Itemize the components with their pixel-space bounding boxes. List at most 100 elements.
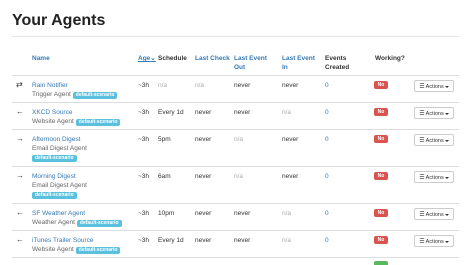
page-title: Your Agents bbox=[12, 12, 106, 29]
agent-last-check: never bbox=[195, 136, 212, 143]
scenario-badge-wrap: default-scenario bbox=[32, 190, 77, 199]
agent-last-event-out: n/a bbox=[234, 173, 244, 180]
agent-age: ~3h bbox=[138, 173, 150, 180]
scenario-badge[interactable]: default-scenario bbox=[72, 92, 118, 99]
actions-label: Actions bbox=[425, 111, 444, 117]
agent-type: Weather Agent default-scenario bbox=[32, 218, 122, 227]
agent-name-link[interactable]: Morning Digest bbox=[32, 172, 76, 181]
sort-down-icon: ⌄ bbox=[150, 55, 156, 62]
table-row: → Morning Digest Email Digest Agent defa… bbox=[12, 167, 459, 204]
agent-last-event-in: n/a bbox=[282, 109, 292, 116]
working-status-badge: No bbox=[374, 209, 388, 217]
table-header: Name Age⌄ Schedule Last Check Last Event… bbox=[12, 50, 459, 76]
caret-down-icon bbox=[444, 139, 449, 142]
scenario-badge[interactable]: default-scenario bbox=[75, 247, 121, 254]
agent-last-event-in: never bbox=[282, 82, 299, 89]
agents-page: Your Agents Name Age⌄ Schedule Last Chec… bbox=[12, 0, 459, 265]
agent-age: ~3h bbox=[138, 136, 150, 143]
agent-schedule: 6am bbox=[158, 173, 171, 180]
header-last-event-out[interactable]: Last Event Out bbox=[234, 54, 276, 72]
header-last-check[interactable]: Last Check bbox=[195, 54, 231, 63]
left-arrow-icon: ← bbox=[16, 208, 24, 217]
agent-age: ~3h bbox=[138, 109, 150, 116]
agent-last-check: never bbox=[195, 210, 212, 217]
scenario-badge[interactable]: default-scenario bbox=[75, 119, 121, 126]
agent-type: Website Agent default-scenario bbox=[32, 117, 121, 126]
agent-last-check: never bbox=[195, 109, 212, 116]
list-icon: ☰ bbox=[419, 111, 425, 117]
left-arrow-icon: ← bbox=[16, 107, 24, 116]
working-status-badge: No bbox=[374, 236, 388, 244]
list-icon: ☰ bbox=[419, 175, 425, 181]
agent-name-link[interactable]: Rain Notifier bbox=[32, 81, 68, 90]
agent-schedule: 10pm bbox=[158, 210, 175, 217]
list-icon: ☰ bbox=[419, 138, 425, 144]
table-row: ← XKCD Source Website Agent default-scena… bbox=[12, 103, 459, 130]
actions-dropdown-button[interactable]: ☰Actions bbox=[414, 134, 454, 146]
agent-name-link[interactable]: iTunes Trailer Source bbox=[32, 236, 94, 245]
agent-type: Email Digest Agent bbox=[32, 145, 87, 152]
caret-down-icon bbox=[444, 112, 449, 115]
agent-last-event-in: never bbox=[282, 173, 299, 180]
header-age-label: Age bbox=[138, 55, 151, 62]
actions-dropdown-button[interactable]: ☰Actions bbox=[414, 80, 454, 92]
actions-label: Actions bbox=[425, 175, 444, 181]
agent-last-check: never bbox=[195, 237, 212, 244]
table-row: → Afternoon Digest Email Digest Agent de… bbox=[12, 130, 459, 167]
agent-last-event-in: never bbox=[282, 136, 299, 143]
list-icon: ☰ bbox=[419, 84, 425, 90]
right-arrow-icon: → bbox=[16, 134, 24, 143]
agent-events-count[interactable]: 0 bbox=[325, 81, 329, 90]
scenario-badge[interactable]: default-scenario bbox=[32, 155, 77, 162]
list-icon: ☰ bbox=[419, 212, 425, 218]
working-status-badge: No bbox=[374, 172, 388, 180]
header-name[interactable]: Name bbox=[32, 54, 50, 63]
caret-down-icon bbox=[444, 85, 449, 88]
working-status-badge: No bbox=[374, 108, 388, 116]
agent-schedule: n/a bbox=[158, 82, 168, 89]
header-last-event-in[interactable]: Last Event In bbox=[282, 54, 322, 72]
list-icon: ☰ bbox=[419, 239, 425, 245]
header-events-created: Events Created bbox=[325, 55, 350, 71]
agent-name-link[interactable]: Afternoon Digest bbox=[32, 135, 80, 144]
actions-dropdown-button[interactable]: ☰Actions bbox=[414, 235, 454, 247]
header-working: Working? bbox=[375, 55, 405, 62]
table-row: ⇄ Rain Notifier Trigger Agent default-sce… bbox=[12, 76, 459, 103]
actions-label: Actions bbox=[425, 84, 444, 90]
agent-last-event-out: never bbox=[234, 237, 251, 244]
working-status-badge bbox=[374, 261, 388, 265]
agent-events-count[interactable]: 0 bbox=[325, 135, 329, 144]
actions-dropdown-button[interactable]: ☰Actions bbox=[414, 208, 454, 220]
agent-name-link[interactable]: XKCD Source bbox=[32, 108, 72, 117]
caret-down-icon bbox=[444, 176, 449, 179]
table-row: ← iTunes Trailer Source Website Agent def… bbox=[12, 231, 459, 258]
agent-last-check: n/a bbox=[195, 82, 205, 89]
bidirectional-arrow-icon: ⇄ bbox=[16, 80, 23, 89]
agent-type: Trigger Agent default-scenario bbox=[32, 90, 118, 99]
agent-last-event-out: n/a bbox=[234, 136, 244, 143]
agent-age: ~3h bbox=[138, 210, 150, 217]
table-row: ← SF Weather Agent Weather Agent default-… bbox=[12, 204, 459, 231]
agent-events-count[interactable]: 0 bbox=[325, 236, 329, 245]
agent-last-event-in: n/a bbox=[282, 237, 292, 244]
left-arrow-icon: ← bbox=[16, 235, 24, 244]
actions-dropdown-button[interactable]: ☰Actions bbox=[414, 107, 454, 119]
agent-last-event-out: never bbox=[234, 82, 251, 89]
caret-down-icon bbox=[444, 240, 449, 243]
actions-dropdown-button[interactable]: ☰Actions bbox=[414, 171, 454, 183]
working-status-badge: No bbox=[374, 135, 388, 143]
right-arrow-icon: → bbox=[16, 171, 24, 180]
agent-name-link[interactable]: SF Weather Agent bbox=[32, 209, 85, 218]
agent-age: ~3h bbox=[138, 237, 150, 244]
header-age[interactable]: Age⌄ bbox=[138, 54, 156, 63]
agent-last-event-in: n/a bbox=[282, 210, 292, 217]
agent-schedule: Every 1d bbox=[158, 109, 184, 116]
scenario-badge[interactable]: default-scenario bbox=[32, 192, 77, 199]
agent-events-count[interactable]: 0 bbox=[325, 108, 329, 117]
working-status-badge: No bbox=[374, 81, 388, 89]
table-row-partial bbox=[12, 258, 459, 265]
agent-events-count[interactable]: 0 bbox=[325, 172, 329, 181]
agent-events-count[interactable]: 0 bbox=[325, 209, 329, 218]
actions-label: Actions bbox=[425, 239, 444, 245]
scenario-badge[interactable]: default-scenario bbox=[76, 220, 122, 227]
